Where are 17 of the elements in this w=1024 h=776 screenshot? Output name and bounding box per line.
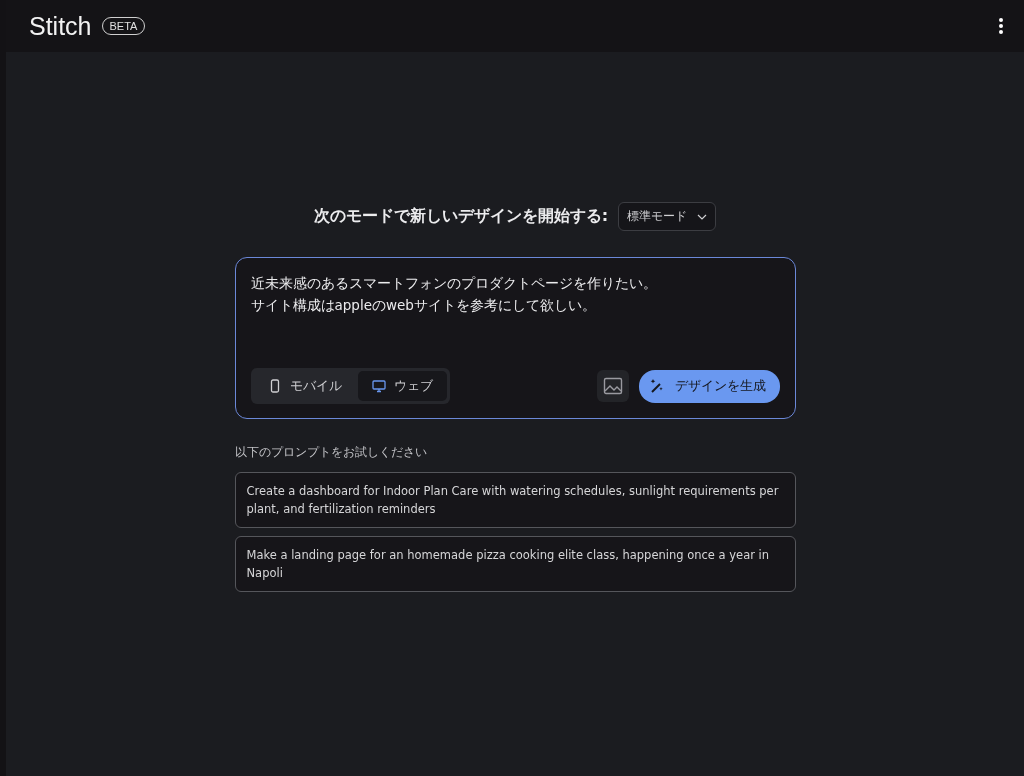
prompt-text-line[interactable]: 近未来感のあるスマートフォンのプロダクトページを作りたい。 [250,272,657,294]
suggestions-title: 以下のプロンプトをお試しください [234,445,428,460]
more-menu-icon[interactable] [998,17,1004,35]
magic-wand-icon [648,378,665,394]
chevron-down-icon [697,213,708,220]
platform-tab[interactable]: ウェブ [357,371,447,401]
suggested-prompt[interactable]: Make a landing page for an homemade pizza cooking elite class, happening once a year in Napoli [234,536,796,592]
monitor-icon [371,379,386,393]
app-title: Stitch [29,11,92,41]
generate-design-button[interactable]: デザインを生成 [638,369,780,403]
image-upload-button[interactable] [596,370,629,402]
mode-heading: 次のモードで新しいデザインを開始する: [313,206,609,227]
mode-dropdown[interactable]: 標準モード [618,202,717,231]
platform-tab[interactable]: モバイル [253,371,356,401]
suggested-prompt[interactable]: Create a dashboard for Indoor Plan Care with watering schedules, sunlight requirements per plant, and fertilization reminders [234,472,796,528]
prompt-text-line[interactable]: サイト構成はappleのwebサイトを参考にして欲しい。 [250,294,596,316]
image-icon [602,376,623,396]
